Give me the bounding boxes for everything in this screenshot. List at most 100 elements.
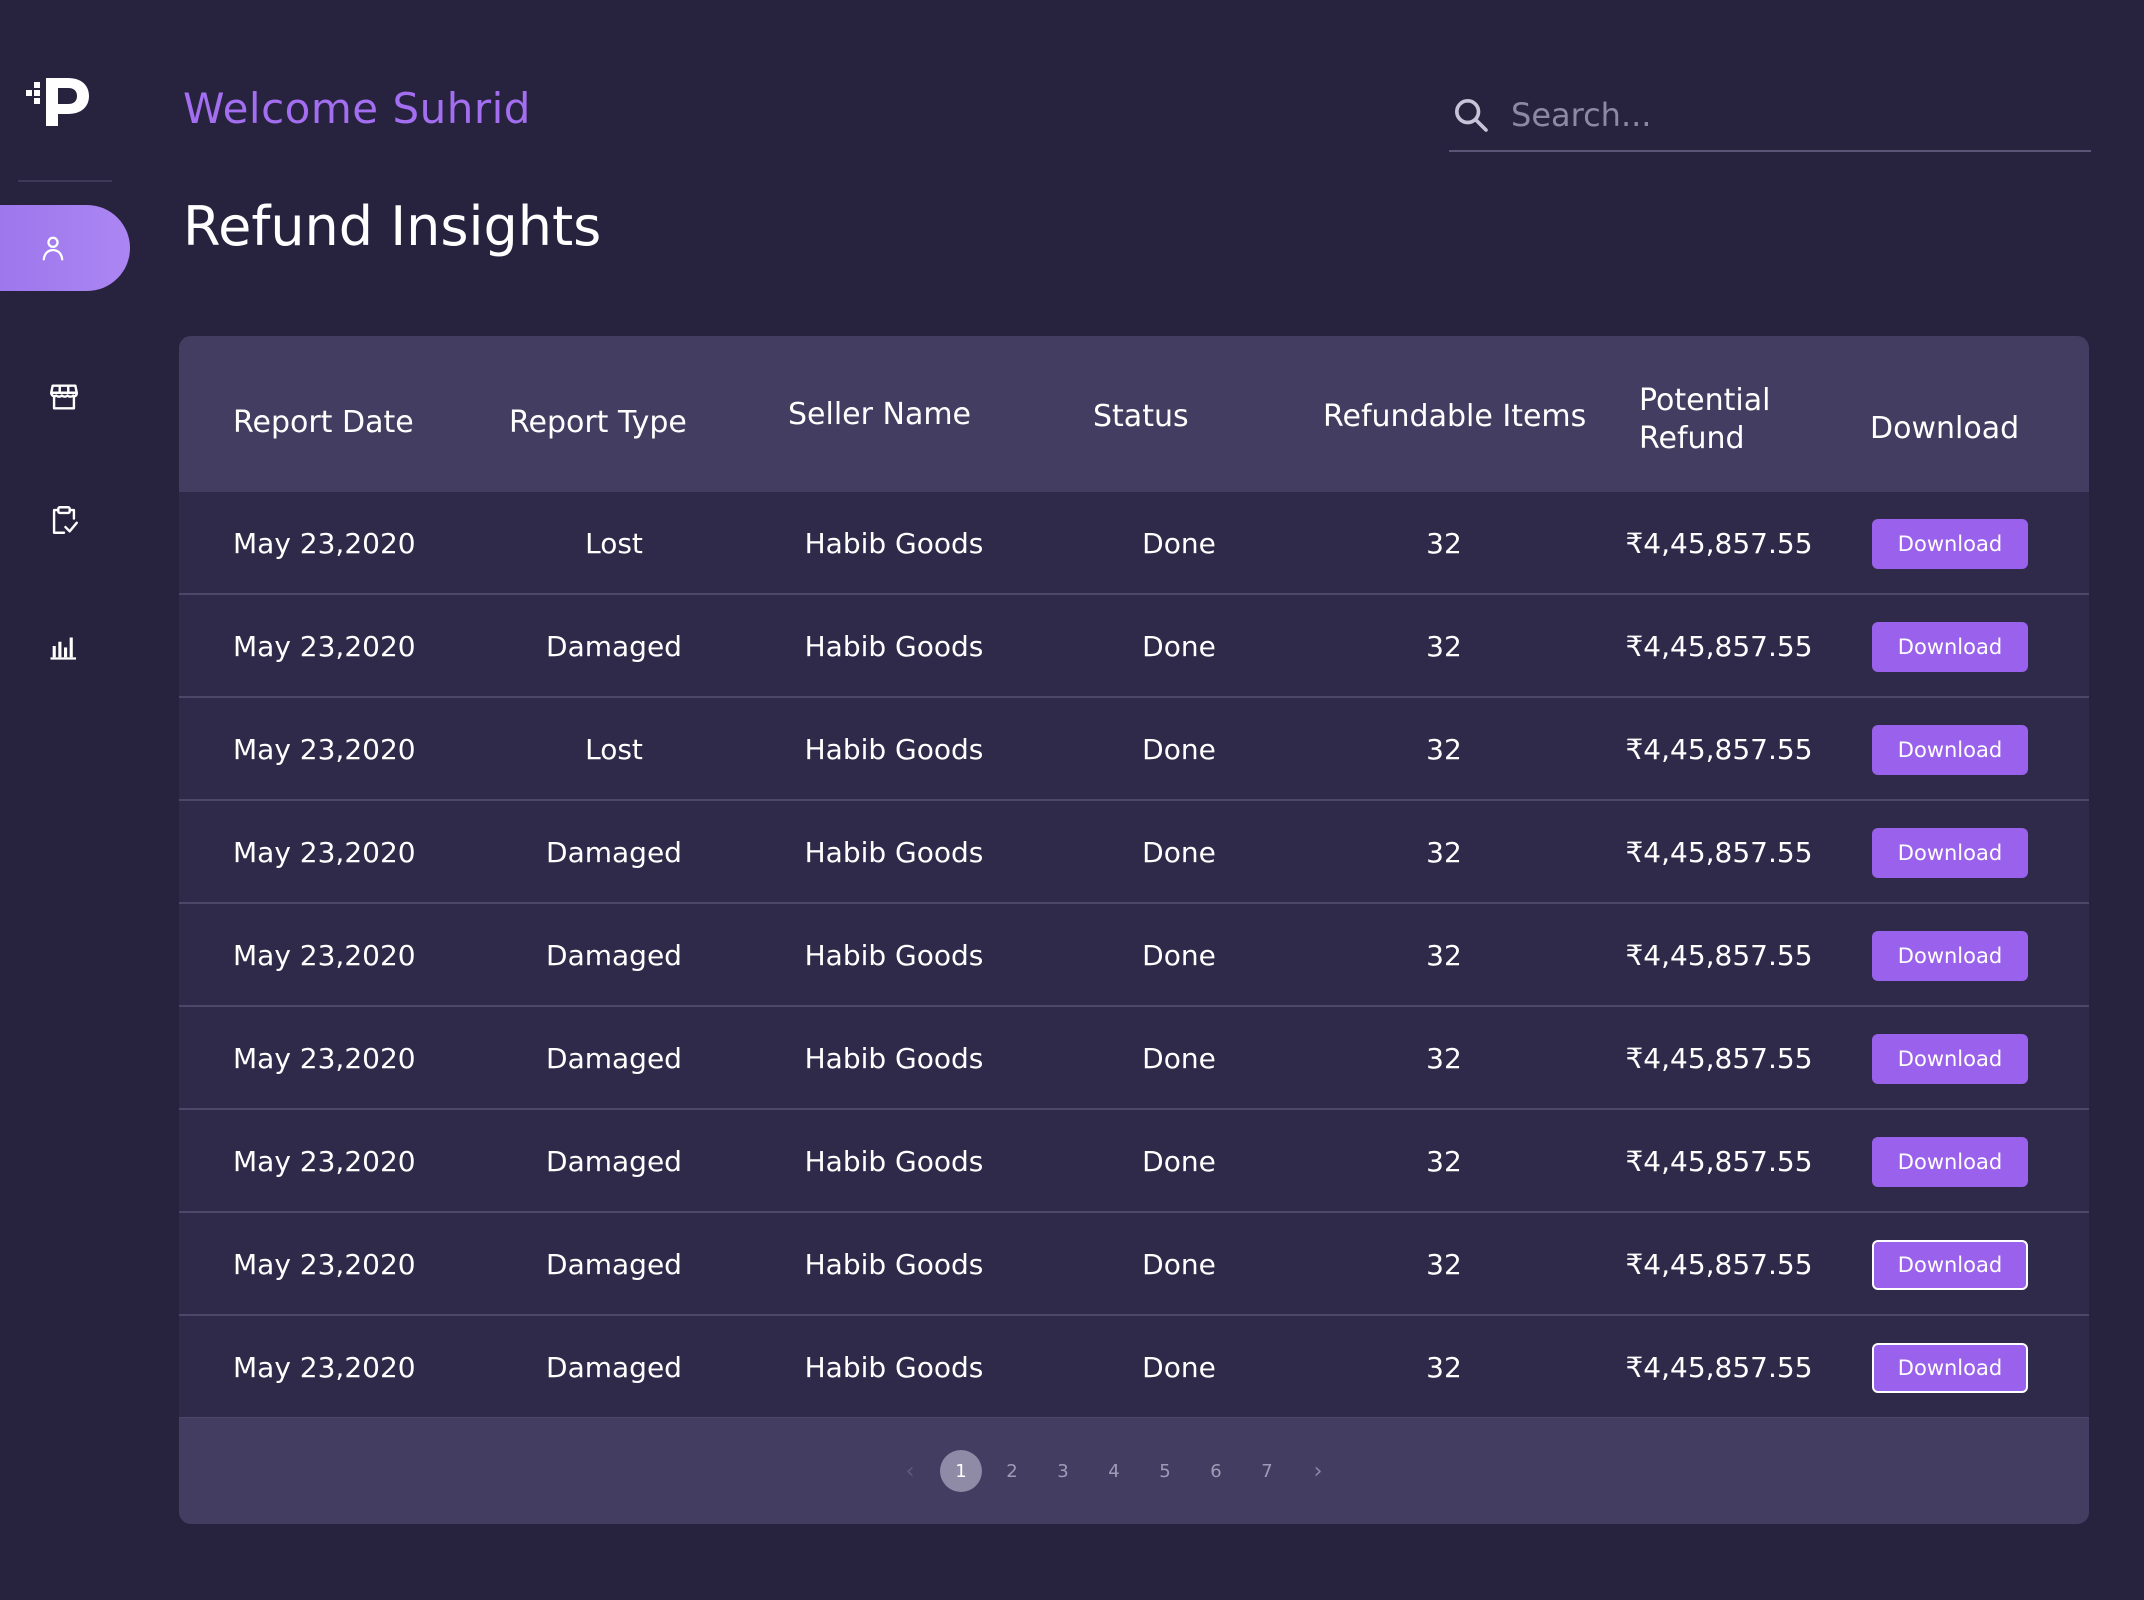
table-row: May 23,2020 Damaged Habib Goods Done 32 ₹4,45… <box>179 1007 2089 1110</box>
cell-seller-name: Habib Goods <box>804 836 984 869</box>
cell-report-date: May 23,2020 <box>233 1145 416 1178</box>
download-button[interactable]: Download <box>1872 1239 2028 1290</box>
cell-report-date: May 23,2020 <box>233 630 416 663</box>
header-potential-refund-line1: Potential <box>1639 383 1771 418</box>
pagination-page-4[interactable]: 4 <box>1093 1450 1135 1492</box>
cell-status: Done <box>1142 733 1216 766</box>
pagination-next[interactable]: › <box>1297 1450 1339 1492</box>
cell-seller-name: Habib Goods <box>804 1145 984 1178</box>
cell-report-date: May 23,2020 <box>233 1351 416 1384</box>
table-row: May 23,2020 Damaged Habib Goods Done 32 ₹4,45… <box>179 1213 2089 1316</box>
clipboard-check-icon <box>46 502 82 538</box>
cell-potential-refund: ₹4,45,857.55 <box>1625 939 1813 972</box>
download-button[interactable]: Download <box>1872 930 2028 981</box>
header-report-date: Report Date <box>233 405 414 440</box>
cell-download: Download <box>1865 1316 2035 1419</box>
cell-report-type: Damaged <box>546 1145 682 1178</box>
cell-download: Download <box>1865 595 2035 698</box>
cell-seller-name: Habib Goods <box>804 1042 984 1075</box>
pagination-page-6[interactable]: 6 <box>1195 1450 1237 1492</box>
cell-potential-refund: ₹4,45,857.55 <box>1625 1351 1813 1384</box>
cell-report-type: Damaged <box>546 1351 682 1384</box>
cell-potential-refund: ₹4,45,857.55 <box>1625 1248 1813 1281</box>
download-button[interactable]: Download <box>1872 724 2028 775</box>
pagination-prev[interactable]: ‹ <box>889 1450 931 1492</box>
header-report-type: Report Type <box>509 405 687 440</box>
cell-report-date: May 23,2020 <box>233 939 416 972</box>
search-input[interactable] <box>1511 96 2071 134</box>
table-row: May 23,2020 Lost Habib Goods Done 32 ₹4,45,85… <box>179 698 2089 801</box>
cell-refundable-items: 32 <box>1426 1042 1462 1075</box>
cell-download: Download <box>1865 1007 2035 1110</box>
cell-download: Download <box>1865 904 2035 1007</box>
pagination-page-7[interactable]: 7 <box>1246 1450 1288 1492</box>
welcome-text: Welcome Suhrid <box>183 84 531 133</box>
download-button[interactable]: Download <box>1872 621 2028 672</box>
sidebar <box>0 0 130 1600</box>
sidebar-item-users[interactable] <box>0 205 130 291</box>
cell-report-type: Damaged <box>546 836 682 869</box>
cell-status: Done <box>1142 1351 1216 1384</box>
cell-refundable-items: 32 <box>1426 939 1462 972</box>
cell-refundable-items: 32 <box>1426 1145 1462 1178</box>
cell-seller-name: Habib Goods <box>804 630 984 663</box>
cell-seller-name: Habib Goods <box>804 1351 984 1384</box>
cell-seller-name: Habib Goods <box>804 733 984 766</box>
cell-status: Done <box>1142 527 1216 560</box>
cell-download: Download <box>1865 698 2035 801</box>
header-potential-refund: Potential Refund <box>1639 382 1770 458</box>
pagination-page-1[interactable]: 1 <box>940 1450 982 1492</box>
search-icon[interactable] <box>1449 93 1493 137</box>
download-button[interactable]: Download <box>1872 1342 2028 1393</box>
table-header: Report Date Report Type Seller Name Stat… <box>179 336 2089 492</box>
cell-report-type: Lost <box>585 733 643 766</box>
table-row: May 23,2020 Damaged Habib Goods Done 32 ₹4,45… <box>179 1316 2089 1419</box>
cell-seller-name: Habib Goods <box>804 527 984 560</box>
cell-refundable-items: 32 <box>1426 733 1462 766</box>
download-button[interactable]: Download <box>1872 827 2028 878</box>
cell-status: Done <box>1142 1248 1216 1281</box>
sidebar-item-reports[interactable] <box>0 603 130 689</box>
cell-potential-refund: ₹4,45,857.55 <box>1625 733 1813 766</box>
cell-status: Done <box>1142 1145 1216 1178</box>
table-row: May 23,2020 Damaged Habib Goods Done 32 ₹4,45… <box>179 801 2089 904</box>
bar-chart-icon <box>46 628 82 664</box>
app-root: Welcome Suhrid Refund Insights Report Da… <box>0 0 2144 1600</box>
download-button[interactable]: Download <box>1872 1033 2028 1084</box>
search-bar[interactable] <box>1449 80 2091 152</box>
download-button[interactable]: Download <box>1872 1136 2028 1187</box>
cell-report-date: May 23,2020 <box>233 733 416 766</box>
table-row: May 23,2020 Damaged Habib Goods Done 32 ₹4,45… <box>179 904 2089 1007</box>
cell-report-type: Damaged <box>546 630 682 663</box>
cell-seller-name: Habib Goods <box>804 1248 984 1281</box>
pagination-page-3[interactable]: 3 <box>1042 1450 1084 1492</box>
cell-potential-refund: ₹4,45,857.55 <box>1625 630 1813 663</box>
cell-download: Download <box>1865 801 2035 904</box>
cell-potential-refund: ₹4,45,857.55 <box>1625 1145 1813 1178</box>
logo-icon[interactable] <box>24 74 94 130</box>
cell-status: Done <box>1142 630 1216 663</box>
table-row: May 23,2020 Damaged Habib Goods Done 32 ₹4,45… <box>179 1110 2089 1213</box>
table-row: May 23,2020 Lost Habib Goods Done 32 ₹4,45,85… <box>179 492 2089 595</box>
cell-refundable-items: 32 <box>1426 1351 1462 1384</box>
header-seller-name: Seller Name <box>788 397 972 432</box>
cell-report-type: Damaged <box>546 1042 682 1075</box>
table-footer: ‹ 1 2 3 4 5 6 7 › <box>179 1418 2089 1524</box>
cell-refundable-items: 32 <box>1426 527 1462 560</box>
cell-refundable-items: 32 <box>1426 836 1462 869</box>
cell-status: Done <box>1142 836 1216 869</box>
cell-report-type: Damaged <box>546 939 682 972</box>
cell-report-type: Lost <box>585 527 643 560</box>
pagination-page-5[interactable]: 5 <box>1144 1450 1186 1492</box>
cell-potential-refund: ₹4,45,857.55 <box>1625 1042 1813 1075</box>
sidebar-item-tasks[interactable] <box>0 477 130 563</box>
cell-seller-name: Habib Goods <box>804 939 984 972</box>
page-title: Refund Insights <box>183 195 602 258</box>
pagination: ‹ 1 2 3 4 5 6 7 › <box>889 1450 1339 1492</box>
pagination-page-2[interactable]: 2 <box>991 1450 1033 1492</box>
download-button[interactable]: Download <box>1872 518 2028 569</box>
cell-download: Download <box>1865 492 2035 595</box>
refund-table-card: Report Date Report Type Seller Name Stat… <box>179 336 2089 1524</box>
sidebar-item-store[interactable] <box>0 354 130 440</box>
header-download: Download <box>1870 411 2020 446</box>
